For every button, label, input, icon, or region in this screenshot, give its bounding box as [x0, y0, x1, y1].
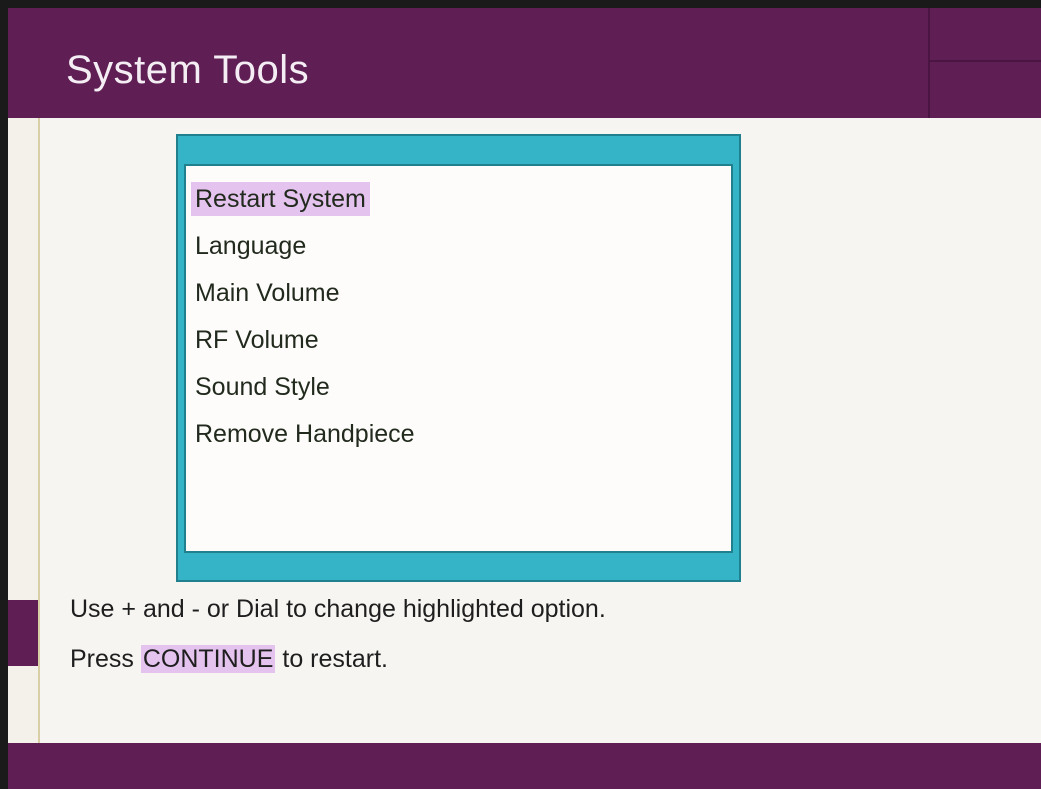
menu-item-remove-handpiece[interactable]: Remove Handpiece [191, 417, 419, 451]
header-bar: System Tools [8, 8, 1041, 118]
menu-item-rf-volume[interactable]: RF Volume [191, 323, 323, 357]
left-side-accent [8, 600, 38, 666]
header-divider [928, 8, 930, 118]
header-divider-horizontal [928, 60, 1041, 62]
menu-item-sound-style[interactable]: Sound Style [191, 370, 334, 404]
instruction-line-2-prefix: Press [70, 645, 141, 673]
menu-item-main-volume[interactable]: Main Volume [191, 276, 344, 310]
instruction-line-2-suffix: to restart. [275, 645, 388, 673]
page-title: System Tools [66, 48, 310, 92]
options-list[interactable] [184, 164, 733, 553]
device-screen: System Tools Restart System Language Mai… [8, 8, 1041, 789]
continue-keyword: CONTINUE [140, 645, 276, 673]
menu-item-language[interactable]: Language [191, 229, 310, 263]
left-side-strip [8, 118, 40, 743]
menu-item-restart-system[interactable]: Restart System [191, 182, 370, 216]
footer-bar [8, 743, 1041, 789]
instruction-line-2: Press CONTINUE to restart. [70, 645, 388, 674]
instruction-line-1: Use + and - or Dial to change highlighte… [70, 595, 606, 623]
